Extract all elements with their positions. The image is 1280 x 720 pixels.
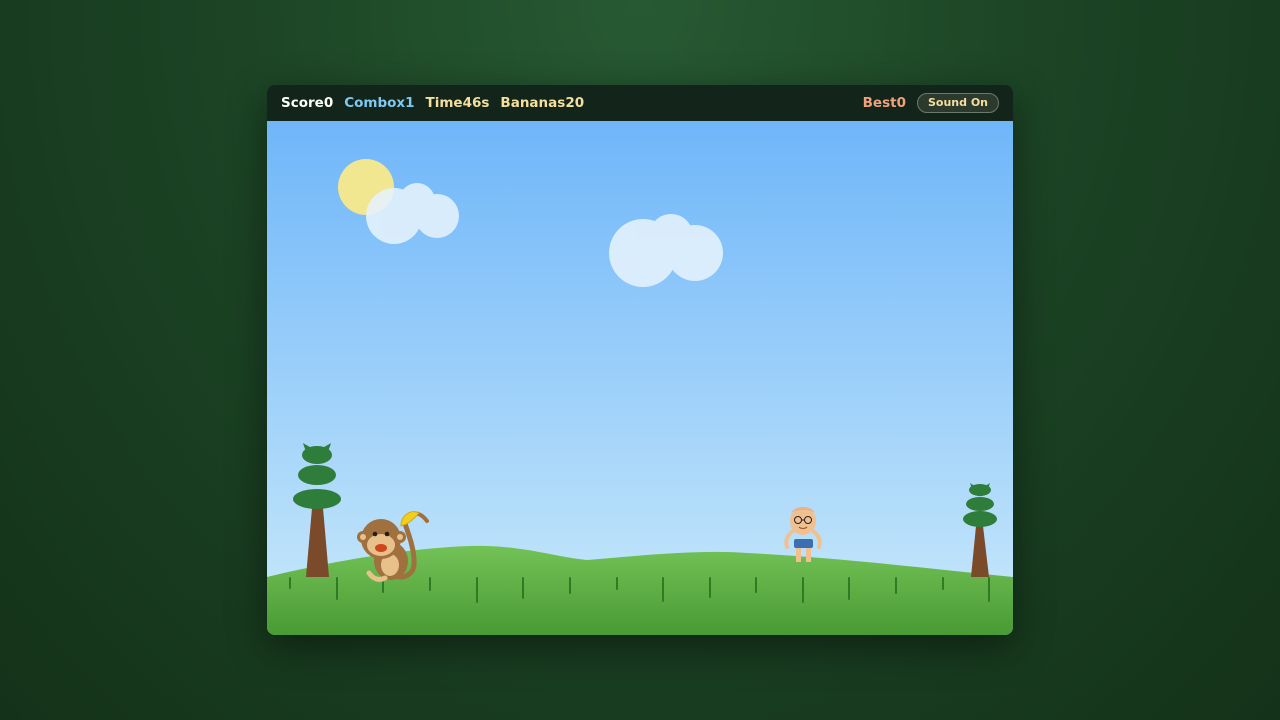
sound-toggle-button[interactable]: Sound On: [916, 93, 999, 113]
time-stat: Time 46s: [426, 95, 490, 111]
bananas-label: Bananas: [500, 95, 566, 111]
best-value: 0: [896, 95, 906, 111]
best-label: Best: [862, 95, 897, 111]
best-stat: Best 0: [863, 95, 906, 111]
time-label: Time: [425, 95, 463, 111]
bananas-stat: Bananas 20: [500, 95, 584, 111]
hud-right: Best 0 Sound On: [863, 93, 999, 113]
hud-stats: Score 0 Combo x1 Time 46s Bananas 20: [281, 95, 595, 111]
game-canvas[interactable]: [267, 121, 1013, 635]
combo-value: x1: [396, 95, 415, 111]
game-window: Score 0 Combo x1 Time 46s Bananas 20 Bes…: [267, 85, 1013, 635]
score-label: Score: [281, 95, 324, 111]
time-value: 46s: [462, 95, 490, 111]
scene-svg: [267, 121, 1013, 635]
score-stat: Score 0: [281, 95, 333, 111]
combo-label: Combo: [344, 95, 397, 111]
combo-stat: Combo x1: [344, 95, 414, 111]
hud-bar: Score 0 Combo x1 Time 46s Bananas 20 Bes…: [267, 85, 1013, 121]
bananas-value: 20: [565, 95, 585, 111]
score-value: 0: [323, 95, 334, 111]
